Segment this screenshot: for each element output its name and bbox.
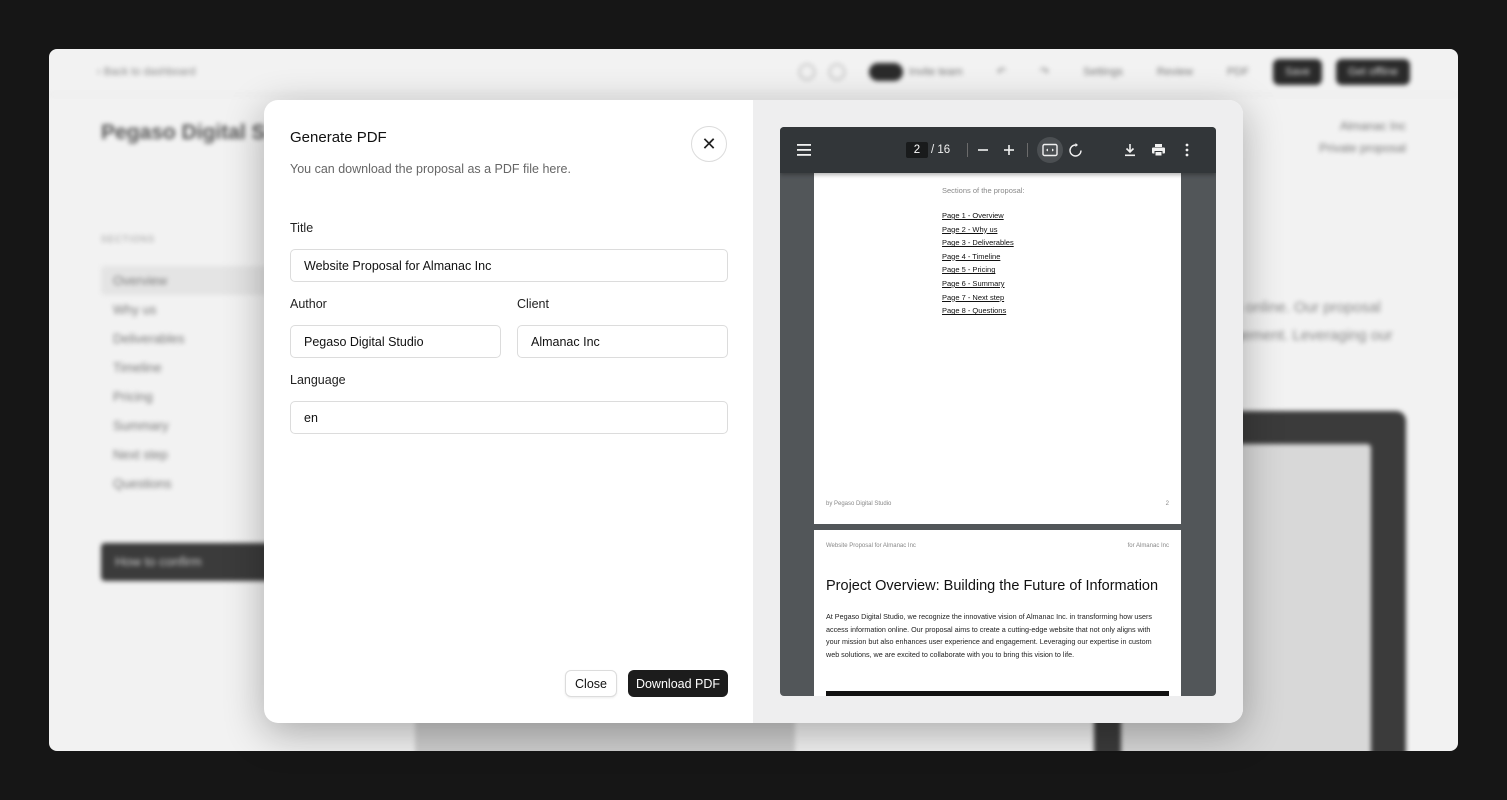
page-body-text: At Pegaso Digital Studio, we recognize t… (826, 612, 1153, 660)
section-item[interactable]: Pricing (101, 382, 281, 411)
title-label: Title (290, 221, 314, 235)
author-field[interactable] (290, 325, 501, 358)
toc-link[interactable]: Page 7 - Next step (942, 291, 1014, 305)
page-number-input[interactable]: 2 (906, 142, 928, 158)
page-header-title: Website Proposal for Almanac Inc (826, 543, 916, 549)
section-item[interactable]: Why us (101, 295, 281, 324)
app-topbar: ‹ Back to dashboard Invite team ↶ ↷ Sett… (49, 49, 1458, 95)
toc-heading: Sections of the proposal: (942, 186, 1025, 195)
client-label: Client (517, 297, 549, 311)
page-image-block (826, 691, 1169, 696)
save-button[interactable]: Save (1272, 58, 1323, 85)
fit-page-icon[interactable] (1037, 137, 1063, 163)
client-name: Almanac Inc (1339, 119, 1406, 133)
dialog-subtitle: You can download the proposal as a PDF f… (290, 162, 571, 176)
document-title: Pegaso Digital S (101, 121, 266, 144)
section-item[interactable]: Summary (101, 411, 281, 440)
menu-icon[interactable] (796, 127, 812, 173)
body-line: gement. Leveraging our (1234, 327, 1393, 344)
language-field[interactable] (290, 401, 728, 434)
download-pdf-button[interactable]: Download PDF (628, 670, 728, 697)
invite-team-label: Invite team (908, 65, 963, 78)
pdf-page: Website Proposal for Almanac Inc for Alm… (814, 530, 1181, 696)
sections-list: Overview Why us Deliverables Timeline Pr… (101, 266, 281, 498)
settings-button[interactable]: Settings (1073, 61, 1133, 83)
language-label: Language (290, 373, 346, 387)
toc-link[interactable]: Page 8 - Questions (942, 304, 1014, 318)
generate-pdf-dialog: Generate PDF You can download the propos… (264, 100, 1243, 723)
pdf-form: Generate PDF You can download the propos… (264, 100, 753, 723)
pdf-viewer-toolbar: 2 / 16 (780, 127, 1216, 173)
section-item[interactable]: Deliverables (101, 324, 281, 353)
zoom-in-icon[interactable] (1003, 127, 1015, 173)
toc-link[interactable]: Page 2 - Why us (942, 223, 1014, 237)
undo-icon[interactable]: ↶ (987, 60, 1016, 83)
pdf-page: Sections of the proposal: Page 1 - Overv… (814, 173, 1181, 524)
background-body-text: s online. Our proposal gement. Leveragin… (1234, 294, 1392, 350)
print-icon[interactable] (1151, 127, 1166, 173)
proposal-type: Private proposal (1319, 141, 1406, 155)
info-icon[interactable] (828, 63, 845, 80)
rotate-icon[interactable] (1068, 127, 1083, 173)
get-offline-button[interactable]: Get offline (1336, 58, 1410, 85)
more-icon[interactable] (1185, 127, 1189, 173)
toc-link[interactable]: Page 1 - Overview (942, 209, 1014, 223)
section-item[interactable]: Questions (101, 469, 281, 498)
toolbar-divider (1027, 143, 1028, 157)
client-field[interactable] (517, 325, 728, 358)
toc-link[interactable]: Page 3 - Deliverables (942, 236, 1014, 250)
title-field[interactable] (290, 249, 728, 282)
toc-link[interactable]: Page 5 - Pricing (942, 263, 1014, 277)
dialog-title: Generate PDF (290, 129, 387, 146)
toc-list: Page 1 - Overview Page 2 - Why us Page 3… (942, 209, 1014, 318)
body-line: s online. Our proposal (1234, 299, 1381, 316)
close-button[interactable]: Close (565, 670, 617, 697)
page-footer-number: 2 (1165, 501, 1169, 507)
review-button[interactable]: Review (1147, 61, 1203, 83)
page-total: / 16 (931, 144, 951, 156)
section-item[interactable]: Overview (101, 266, 281, 295)
pdf-button[interactable]: PDF (1217, 61, 1259, 83)
pdf-viewer[interactable]: 2 / 16 Sections of the proposal: Page 1 … (780, 127, 1216, 696)
redo-icon[interactable]: ↷ (1030, 60, 1059, 83)
page-footer-author: by Pegaso Digital Studio (826, 501, 892, 507)
toc-link[interactable]: Page 4 - Timeline (942, 250, 1014, 264)
section-item[interactable]: Next step (101, 440, 281, 469)
home-icon[interactable] (798, 63, 815, 80)
invite-team-button[interactable]: Invite team (859, 59, 973, 85)
proposal-meta: Almanac Inc Private proposal (1319, 115, 1406, 159)
pdf-preview-pane: 2 / 16 Sections of the proposal: Page 1 … (753, 100, 1243, 723)
close-icon[interactable]: ✕ (691, 126, 727, 162)
toc-link[interactable]: Page 6 - Summary (942, 277, 1014, 291)
toolbar-divider (967, 143, 968, 157)
page-heading: Project Overview: Building the Future of… (826, 578, 1159, 594)
author-label: Author (290, 297, 327, 311)
section-item[interactable]: Timeline (101, 353, 281, 382)
page-header-client: for Almanac Inc (1127, 543, 1169, 549)
zoom-out-icon[interactable] (977, 127, 989, 173)
download-icon[interactable] (1124, 127, 1136, 173)
sections-heading: SECTIONS (101, 234, 156, 244)
avatar-group (868, 62, 903, 81)
back-to-dashboard-link[interactable]: ‹ Back to dashboard (97, 66, 195, 78)
